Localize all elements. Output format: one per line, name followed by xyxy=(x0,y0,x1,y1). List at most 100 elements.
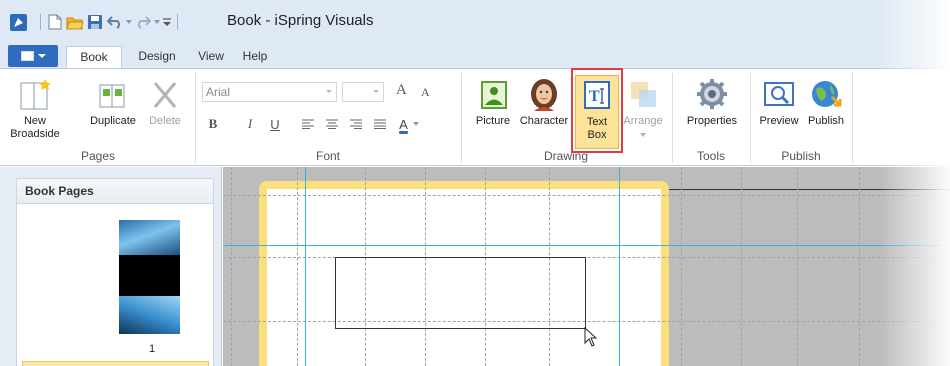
redo-dropdown-icon[interactable] xyxy=(153,12,161,32)
bold-icon: B xyxy=(208,116,218,131)
font-size-select[interactable] xyxy=(342,82,384,102)
align-left-button[interactable] xyxy=(300,115,316,133)
delete-button[interactable]: Delete xyxy=(142,73,188,149)
title-bar: Book - iSpring Visuals xyxy=(0,0,950,40)
customize-qat-icon[interactable] xyxy=(161,12,173,32)
chevron-down-icon xyxy=(412,122,419,126)
justify-icon xyxy=(374,119,386,129)
align-left-icon xyxy=(302,119,314,129)
preview-button[interactable]: Preview xyxy=(756,73,802,149)
redo-icon[interactable] xyxy=(133,12,153,32)
character-button[interactable]: Character xyxy=(517,73,571,149)
grid-line xyxy=(797,167,798,366)
arrange-label: Arrange xyxy=(623,115,663,127)
guide-line-horizontal[interactable] xyxy=(223,245,950,246)
font-name-value: Arial xyxy=(206,85,231,99)
new-broadside-button[interactable]: New Broadside xyxy=(8,73,62,149)
editing-canvas[interactable] xyxy=(223,167,950,366)
grid-line xyxy=(859,167,860,366)
undo-icon[interactable] xyxy=(105,12,125,32)
grow-font-icon: A xyxy=(396,82,407,98)
underline-button[interactable]: U xyxy=(266,115,284,133)
tab-help[interactable]: Help xyxy=(238,46,272,68)
italic-button[interactable]: I xyxy=(241,115,259,133)
grid-line xyxy=(741,167,742,366)
grid-line xyxy=(231,167,232,366)
save-icon[interactable] xyxy=(85,12,105,32)
text-box-highlight xyxy=(571,68,623,153)
font-color-icon: A xyxy=(399,116,408,132)
delete-icon xyxy=(147,77,183,113)
group-label-tools: Tools xyxy=(696,149,725,163)
gear-icon xyxy=(694,77,730,113)
align-right-icon xyxy=(350,119,362,129)
align-right-button[interactable] xyxy=(348,115,364,133)
picture-button[interactable]: Picture xyxy=(470,73,516,149)
publish-label: Publish xyxy=(807,115,845,127)
new-broadside-icon xyxy=(17,77,53,113)
book-pages-header: Book Pages xyxy=(16,178,214,204)
app-icon[interactable] xyxy=(10,14,27,31)
new-broadside-label: New Broadside xyxy=(10,115,60,140)
book-pages-list: 1 xyxy=(16,204,214,366)
grow-font-button[interactable]: A xyxy=(396,82,407,99)
menu-icon xyxy=(20,51,34,61)
new-document-icon[interactable] xyxy=(45,12,65,32)
mouse-cursor-icon xyxy=(584,327,598,347)
justify-button[interactable] xyxy=(372,115,388,133)
window-title: Book - iSpring Visuals xyxy=(227,12,374,29)
character-icon xyxy=(526,77,562,113)
guide-line-vertical[interactable] xyxy=(305,167,306,366)
group-separator xyxy=(852,73,853,163)
tab-view[interactable]: View xyxy=(194,46,228,68)
group-label-publish: Publish xyxy=(781,149,821,163)
preview-icon xyxy=(761,77,797,113)
qat-separator xyxy=(40,14,41,30)
arrange-icon xyxy=(625,77,661,113)
arrange-button[interactable]: Arrange xyxy=(620,73,666,149)
group-label-font: Font xyxy=(315,149,340,163)
thumbnail-image-top xyxy=(119,220,180,255)
grid-line xyxy=(223,195,950,196)
font-name-select[interactable]: Arial xyxy=(202,82,337,102)
underline-icon: U xyxy=(270,116,280,132)
page-selection-highlight[interactable] xyxy=(22,361,209,366)
tab-book[interactable]: Book xyxy=(66,46,122,68)
book-pages-title: Book Pages xyxy=(25,184,94,198)
shrink-font-icon: A xyxy=(421,85,430,99)
text-box-drawing[interactable] xyxy=(335,257,586,329)
group-label-pages: Pages xyxy=(80,149,116,163)
bold-button[interactable]: B xyxy=(204,115,222,133)
page-edge-line xyxy=(669,189,950,190)
character-label: Character xyxy=(519,115,569,127)
ribbon-tabs: Book Design View Help xyxy=(0,40,950,68)
chevron-down-icon xyxy=(326,90,332,93)
quick-access-toolbar xyxy=(36,12,182,32)
undo-dropdown-icon[interactable] xyxy=(125,12,133,32)
properties-label: Properties xyxy=(686,115,738,127)
delete-label: Delete xyxy=(149,115,181,127)
chevron-down-icon xyxy=(640,133,646,137)
guide-line-vertical[interactable] xyxy=(619,167,620,366)
shrink-font-button[interactable]: A xyxy=(421,85,430,100)
qat-separator xyxy=(177,14,178,30)
properties-button[interactable]: Properties xyxy=(680,73,744,149)
grid-line xyxy=(681,167,682,366)
italic-icon: I xyxy=(247,116,253,131)
tab-design[interactable]: Design xyxy=(132,46,182,68)
thumbnail-image-bottom xyxy=(119,296,180,334)
ribbon: New Broadside Duplicate Delete Pages Ari… xyxy=(0,68,950,166)
align-center-button[interactable] xyxy=(324,115,340,133)
publish-button[interactable]: Publish xyxy=(802,73,850,149)
open-folder-icon[interactable] xyxy=(65,12,85,32)
picture-label: Picture xyxy=(475,115,511,127)
group-label-drawing: Drawing xyxy=(543,149,588,163)
chevron-down-icon xyxy=(37,54,46,58)
grid-line xyxy=(223,257,950,258)
picture-icon xyxy=(475,77,511,113)
application-menu-button[interactable] xyxy=(8,45,58,67)
preview-label: Preview xyxy=(759,115,799,127)
font-color-button[interactable]: A xyxy=(394,115,424,133)
page-thumbnail[interactable] xyxy=(119,220,180,334)
duplicate-button[interactable]: Duplicate xyxy=(84,73,142,149)
